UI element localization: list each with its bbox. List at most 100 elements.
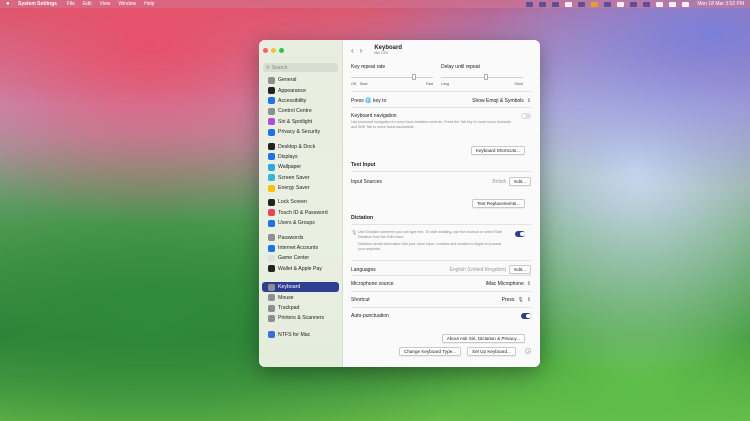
sidebar-item-keyboard[interactable]: Keyboard — [262, 282, 339, 293]
control-centre-icon — [268, 107, 275, 115]
status-app-icon[interactable] — [526, 1, 534, 7]
back-icon[interactable]: ‹ — [351, 46, 354, 55]
sidebar-item-control-centre[interactable]: Control Centre — [262, 106, 339, 116]
status-app-icon[interactable] — [630, 1, 638, 7]
key-repeat-slow: Slow — [359, 82, 368, 86]
sidebar-item-label: Energy Saver — [278, 185, 310, 192]
sidebar-item-game-center[interactable]: Game Center — [262, 253, 339, 263]
sidebar-item-screen-saver[interactable]: Screen Saver — [262, 173, 339, 183]
sidebar-item-printers-scanners[interactable]: Printers & Scanners — [262, 313, 339, 323]
menu-window[interactable]: Window — [118, 1, 136, 7]
menu-view[interactable]: View — [100, 1, 111, 7]
sidebar-item-label: Wallet & Apple Pay — [278, 265, 322, 272]
sidebar-item-accessibility[interactable]: Accessibility — [262, 96, 339, 106]
apple-icon[interactable]: ● — [6, 1, 12, 7]
forward-icon[interactable]: › — [360, 46, 363, 55]
sidebar-item-lock-screen[interactable]: Lock Screen — [262, 197, 339, 207]
sidebar-item-ntfs-for-mac[interactable]: NTFS for Mac — [262, 330, 339, 340]
sidebar-item-label: Trackpad — [278, 305, 300, 311]
sidebar-item-general[interactable]: General — [262, 75, 339, 85]
keyboard-nav-toggle[interactable] — [521, 113, 531, 119]
sidebar-item-desktop-dock[interactable]: Desktop & Dock — [262, 141, 339, 151]
microphone-value: iMac Microphone — [485, 281, 524, 287]
mouse-icon — [268, 294, 275, 302]
sidebar-item-appearance[interactable]: Appearance — [262, 85, 339, 95]
zoom-button[interactable] — [279, 47, 284, 53]
autopunct-toggle[interactable] — [521, 313, 531, 319]
key-repeat-fast: Fast — [426, 82, 433, 86]
sidebar-item-energy-saver[interactable]: Energy Saver — [262, 183, 339, 193]
control-centre-icon[interactable] — [682, 1, 690, 7]
microphone-select[interactable]: iMac Microphone ⇕ — [486, 281, 531, 287]
fingerprint-icon — [268, 209, 275, 217]
key-repeat-label: Key repeat rate — [351, 64, 386, 70]
keyboard-icon — [268, 283, 275, 291]
input-sources-edit-button[interactable]: Edit... — [509, 177, 531, 186]
sidebar-item-trackpad[interactable]: Trackpad — [262, 303, 339, 313]
keyboard-nav-desc: Use keyboard navigation to move focus be… — [351, 120, 511, 129]
page-subtitle: MB 13% — [374, 51, 388, 55]
sidebar-list: General Appearance Accessibility Control Ce… — [259, 75, 342, 340]
keyboard-shortcuts-button[interactable]: Keyboard Shortcuts... — [470, 146, 525, 155]
trackpad-icon — [268, 304, 275, 312]
search-field[interactable]: ⚲ Search — [263, 63, 338, 72]
status-app-icon[interactable] — [643, 1, 651, 7]
menu-app-name[interactable]: System Settings — [18, 1, 57, 7]
sidebar-item-internet-accounts[interactable]: Internet Accounts — [262, 243, 339, 253]
sidebar-item-touch-id-password[interactable]: Touch ID & Password — [262, 208, 339, 218]
set-up-keyboard-button[interactable]: Set Up Keyboard... — [467, 347, 516, 356]
sidebar-item-label: Lock Screen — [278, 199, 307, 206]
gear-icon — [268, 76, 275, 84]
sidebar-item-passwords[interactable]: Passwords — [262, 232, 339, 242]
status-app-icon[interactable] — [591, 1, 599, 7]
menu-clock[interactable]: Mon 18 Mar 3:52 PM — [697, 1, 744, 7]
minimize-button[interactable] — [271, 47, 276, 53]
sidebar-item-users-groups[interactable]: Users & Groups — [262, 218, 339, 228]
microphone-label: Microphone source — [351, 281, 394, 287]
wallpaper-icon — [268, 163, 275, 171]
wallet-icon — [268, 265, 275, 273]
status-app-icon[interactable] — [539, 1, 547, 7]
keyboard-settings: Key repeat rate Delay until repeat Off S… — [351, 61, 531, 361]
dictation-toggle[interactable] — [515, 231, 525, 237]
delay-label: Delay until repeat — [441, 64, 480, 70]
key-repeat-knob[interactable] — [412, 74, 417, 80]
delay-knob[interactable] — [484, 74, 489, 80]
sidebar: ⚲ Search General Appearance Accessibility C… — [259, 40, 343, 367]
languages-edit-button[interactable]: Edit... — [509, 265, 531, 274]
press-key-select[interactable]: Show Emoji & Symbols ⇕ — [472, 98, 531, 104]
siri-icon — [268, 118, 275, 126]
shortcut-value: Press — [501, 297, 515, 303]
text-input-heading: Text Input — [351, 162, 376, 168]
close-button[interactable] — [263, 47, 268, 53]
about-dictation-button[interactable]: About Ask Siri, Dictation & Privacy... — [441, 334, 525, 343]
battery-icon[interactable] — [656, 1, 664, 7]
sidebar-item-privacy-security[interactable]: Privacy & Security — [262, 127, 339, 137]
help-button[interactable]: ? — [525, 348, 531, 354]
change-keyboard-type-button[interactable]: Change Keyboard Type... — [399, 347, 462, 356]
sidebar-item-mouse[interactable]: Mouse — [262, 292, 339, 302]
key-repeat-slider[interactable] — [351, 77, 433, 78]
status-app-icon[interactable] — [617, 1, 625, 7]
status-app-icon[interactable] — [552, 1, 560, 7]
delay-slider[interactable] — [441, 77, 523, 78]
status-app-icon[interactable] — [578, 1, 586, 7]
menu-file[interactable]: File — [67, 1, 75, 7]
sidebar-item-siri-spotlight[interactable]: Siri & Spotlight — [262, 117, 339, 127]
sidebar-item-label: Keyboard — [278, 284, 301, 291]
text-replacements-button[interactable]: Text Replacements... — [472, 199, 525, 208]
battery-icon — [268, 184, 275, 192]
dock-icon — [268, 143, 275, 151]
sidebar-item-displays[interactable]: Displays — [262, 152, 339, 162]
menu-help[interactable]: Help — [144, 1, 154, 7]
menu-edit[interactable]: Edit — [83, 1, 92, 7]
shortcut-select[interactable]: Press 🎙 ⇕ — [502, 297, 531, 303]
sidebar-item-wallpaper[interactable]: Wallpaper — [262, 162, 339, 172]
sidebar-item-wallet-apple-pay[interactable]: Wallet & Apple Pay — [262, 264, 339, 274]
status-app-icon[interactable] — [604, 1, 612, 7]
ntfs-icon — [268, 331, 275, 339]
status-app-icon[interactable] — [565, 1, 573, 7]
settings-window: ⚲ Search General Appearance Accessibility C… — [259, 40, 540, 367]
delay-long: Long — [441, 82, 449, 86]
wifi-icon[interactable] — [669, 1, 677, 7]
